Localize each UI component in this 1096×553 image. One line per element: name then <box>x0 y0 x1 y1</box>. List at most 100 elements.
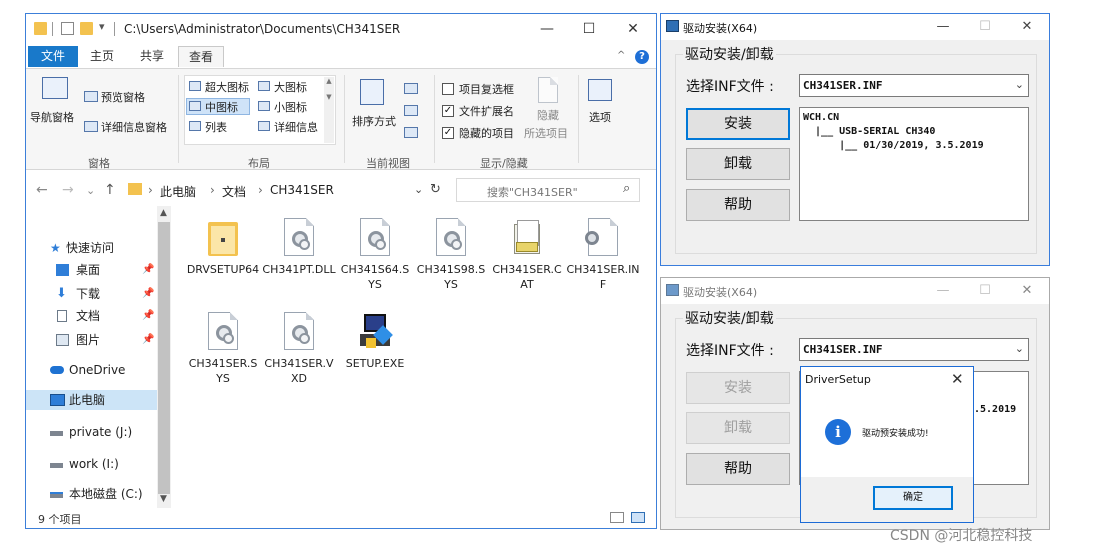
forward-button[interactable]: → <box>62 182 74 198</box>
tab-view[interactable]: 查看 <box>178 46 225 67</box>
size-columns-icon[interactable] <box>404 127 418 138</box>
inf-file-value: CH341SER.INF <box>803 79 883 92</box>
nav-onedrive[interactable]: OneDrive <box>26 360 158 380</box>
file-item-ch341ser-vxd[interactable]: CH341SER.VXD <box>262 310 336 402</box>
item-checkboxes-checkbox[interactable] <box>442 83 454 95</box>
pin-icon[interactable]: 📌 <box>142 330 154 350</box>
nav-quick-access[interactable]: 快速访问 ★ <box>26 238 158 258</box>
scroll-up-icon[interactable]: ▲ <box>160 208 167 218</box>
maximize-button[interactable]: ☐ <box>973 17 997 37</box>
document-icon <box>57 310 67 322</box>
close-button[interactable]: ✕ <box>1015 281 1039 301</box>
uninstall-button[interactable]: 卸载 <box>686 148 790 180</box>
help-icon[interactable]: ? <box>635 50 649 64</box>
nav-this-pc[interactable]: 此电脑 <box>26 390 158 410</box>
help-button[interactable]: 帮助 <box>686 189 790 221</box>
inf-file-select[interactable]: CH341SER.INF ⌄ <box>799 338 1029 361</box>
search-icon[interactable]: ⌕ <box>623 181 630 196</box>
install-button[interactable]: 安装 <box>686 372 790 404</box>
properties-icon[interactable] <box>61 22 74 35</box>
help-button[interactable]: 帮助 <box>686 453 790 485</box>
info-line: |__ 01/30/2019, 3.5.2019 <box>803 140 984 151</box>
install-button[interactable]: 安装 <box>686 108 790 140</box>
scroll-down-icon[interactable]: ▼ <box>160 494 167 504</box>
address-bar[interactable]: › 此电脑 › 文档 › CH341SER ⌄ ↻ <box>124 178 454 202</box>
file-item-ch341s64-sys[interactable]: CH341S64.SYS <box>338 216 412 308</box>
hide-selected-button[interactable]: 隐藏 <box>537 107 559 123</box>
file-item-ch341s98-sys[interactable]: CH341S98.SYS <box>414 216 488 308</box>
nav-downloads[interactable]: ⬇ 下载 📌 <box>26 284 158 304</box>
file-name: CH341S98.SYS <box>416 263 486 291</box>
breadcrumb-ch341ser[interactable]: CH341SER <box>270 183 334 197</box>
pin-icon[interactable]: 📌 <box>142 306 154 326</box>
file-name: CH341PT.DLL <box>262 263 336 276</box>
navigation-pane-button[interactable]: 导航窗格 <box>30 109 74 125</box>
collapse-ribbon-icon[interactable]: ^ <box>617 50 625 61</box>
file-item-drvsetup64[interactable]: DRVSETUP64 <box>186 216 260 308</box>
nav-scrollbar-thumb[interactable] <box>158 222 170 494</box>
nav-desktop[interactable]: 桌面 📌 <box>26 260 158 280</box>
uninstall-button[interactable]: 卸载 <box>686 412 790 444</box>
tab-file[interactable]: 文件 <box>28 46 78 67</box>
group-by-icon[interactable] <box>404 83 418 94</box>
file-item-ch341ser-sys[interactable]: CH341SER.SYS <box>186 310 260 402</box>
close-button[interactable]: ✕ <box>951 370 964 388</box>
dialog-title-bar[interactable]: 驱动安装(X64) — ☐ ✕ <box>661 278 1049 304</box>
ok-button[interactable]: 确定 <box>873 486 953 510</box>
minimize-button[interactable]: — <box>532 18 562 40</box>
back-button[interactable]: ← <box>36 182 48 198</box>
breadcrumb-documents[interactable]: 文档 <box>222 183 246 200</box>
minimize-button[interactable]: — <box>931 17 955 37</box>
nav-documents[interactable]: 文档 📌 <box>26 306 158 326</box>
close-button[interactable]: ✕ <box>618 18 648 40</box>
file-item-ch341ser-cat[interactable]: CH341SER.CAT <box>490 216 564 308</box>
details-view-icon[interactable] <box>610 512 624 523</box>
file-item-setup-exe[interactable]: SETUP.EXE <box>338 310 412 402</box>
details-pane-button[interactable]: 详细信息窗格 <box>101 119 167 135</box>
new-folder-icon[interactable] <box>80 22 93 35</box>
refresh-icon[interactable]: ↻ <box>430 182 441 197</box>
large-icons-view-icon[interactable] <box>631 512 645 523</box>
nav-pictures[interactable]: 图片 📌 <box>26 330 158 350</box>
hidden-items-checkbox[interactable]: ✓ <box>442 127 454 139</box>
options-button[interactable]: 选项 <box>589 109 611 125</box>
layout-extra-large-icons[interactable]: 超大图标 <box>205 79 249 95</box>
tab-home[interactable]: 主页 <box>90 46 114 67</box>
tab-share[interactable]: 共享 <box>140 46 164 67</box>
ribbon-view: 导航窗格 预览窗格 详细信息窗格 窗格 超大图标 大图标 中图标 小图标 列表 … <box>26 68 656 170</box>
nav-drive-c[interactable]: 本地磁盘 (C:) <box>26 484 158 504</box>
file-item-ch341ser-inf[interactable]: CH341SER.INF <box>566 216 640 308</box>
file-name: CH341S64.SYS <box>340 263 410 291</box>
pin-icon[interactable]: 📌 <box>142 260 154 280</box>
customize-quick-access-icon[interactable]: ▾ <box>99 20 105 33</box>
file-item-ch341pt-dll[interactable]: CH341PT.DLL <box>262 216 336 308</box>
layout-list[interactable]: 列表 <box>205 119 227 135</box>
layout-gallery-scroll[interactable]: ▲ ▼ <box>324 77 334 143</box>
file-extensions-checkbox[interactable]: ✓ <box>442 105 454 117</box>
catalog-icon <box>512 218 542 256</box>
search-input[interactable]: 搜索"CH341SER" ⌕ <box>456 178 640 202</box>
layout-large-icons[interactable]: 大图标 <box>274 79 307 95</box>
layout-small-icons[interactable]: 小图标 <box>274 99 307 115</box>
recent-locations-button[interactable]: ⌄ <box>86 184 95 197</box>
setup-exe-icon <box>360 312 393 350</box>
dialog-title-bar[interactable]: 驱动安装(X64) — ☐ ✕ <box>661 14 1049 40</box>
sort-by-button[interactable]: 排序方式 <box>352 113 396 129</box>
breadcrumb-this-pc[interactable]: 此电脑 <box>160 183 196 200</box>
minimize-button[interactable]: — <box>931 281 955 301</box>
navigation-pane: 快速访问 ★ 桌面 📌 ⬇ 下载 📌 文档 📌 图片 📌 OneDrive 此电… <box>26 206 174 508</box>
maximize-button[interactable]: ☐ <box>973 281 997 301</box>
layout-details[interactable]: 详细信息 <box>274 119 318 135</box>
inf-file-select[interactable]: CH341SER.INF ⌄ <box>799 74 1029 97</box>
add-columns-icon[interactable] <box>404 105 418 116</box>
explorer-title-bar[interactable]: ▾ C:\Users\Administrator\Documents\CH341… <box>26 14 656 44</box>
preview-pane-button[interactable]: 预览窗格 <box>101 89 145 105</box>
up-button[interactable]: ↑ <box>104 182 116 198</box>
maximize-button[interactable]: ☐ <box>574 18 604 40</box>
nav-drive-j[interactable]: private (J:) <box>26 422 158 442</box>
pin-icon[interactable]: 📌 <box>142 284 154 304</box>
nav-drive-i[interactable]: work (I:) <box>26 454 158 474</box>
address-dropdown-icon[interactable]: ⌄ <box>414 183 423 196</box>
close-button[interactable]: ✕ <box>1015 17 1039 37</box>
layout-medium-icons[interactable]: 中图标 <box>205 99 238 115</box>
